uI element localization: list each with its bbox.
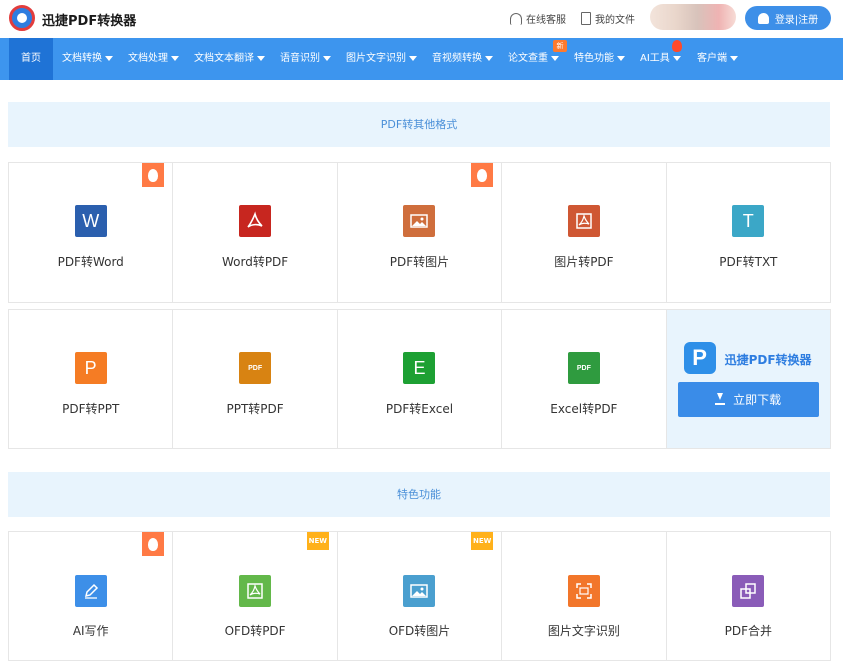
- new-tag: NEW: [306, 532, 329, 550]
- tool-label: OFD转PDF: [224, 624, 286, 638]
- download-now-button[interactable]: 立即下载: [677, 382, 819, 417]
- tool-label: AI写作: [72, 624, 109, 638]
- scan-icon: [567, 575, 600, 607]
- chevron-down-icon: [171, 55, 179, 61]
- tool-label: PDF转Word: [57, 255, 124, 269]
- online-service-label: 在线客服: [526, 15, 566, 26]
- tool-label: PDF合并: [724, 624, 772, 638]
- tool-card-image-ocr[interactable]: 图片文字识别: [501, 531, 667, 661]
- chevron-down-icon: [409, 55, 417, 61]
- tool-card-pdf-to-ppt[interactable]: P PDF转PPT: [8, 309, 174, 449]
- nav-item-ocr[interactable]: 图片文字识别: [346, 38, 417, 80]
- chevron-down-icon: [730, 55, 738, 61]
- image-icon: [403, 575, 436, 607]
- app-logo-icon: P: [683, 342, 716, 374]
- tool-label: PDF转PPT: [62, 402, 120, 416]
- tool-card-ofd-to-image[interactable]: NEW OFD转图片: [336, 531, 503, 661]
- nav-item-client[interactable]: 客户端: [697, 38, 738, 80]
- tool-card-pdf-merge[interactable]: PDF合并: [665, 531, 831, 661]
- tool-card-ofd-to-pdf[interactable]: NEW OFD转PDF: [172, 531, 338, 661]
- pdf-doc-icon: PDF: [567, 352, 600, 384]
- tool-grid-featured: AI写作 NEW OFD转PDF NEW OFD转图片 图片文字识别 PDF合并: [8, 531, 831, 661]
- section-title-convert: PDF转其他格式: [8, 102, 830, 147]
- pdf-icon: [567, 205, 600, 237]
- tool-label: Word转PDF: [221, 255, 289, 269]
- tool-card-pdf-to-txt[interactable]: T PDF转TXT: [665, 162, 831, 303]
- pdf-icon: [239, 205, 272, 237]
- tool-label: PDF转图片: [389, 255, 450, 269]
- new-badge: 新: [553, 40, 567, 52]
- nav-item-features[interactable]: 特色功能: [574, 38, 625, 80]
- image-icon: [403, 205, 436, 237]
- tool-card-pdf-to-excel[interactable]: E PDF转Excel: [336, 309, 503, 449]
- my-files-link[interactable]: 我的文件: [581, 11, 635, 26]
- tool-grid-convert: W PDF转Word Word转PDF PDF转图片 图片转PDF T PDF转…: [8, 162, 831, 449]
- brand-name[interactable]: 迅捷PDF转换器: [42, 10, 136, 29]
- download-label: 立即下载: [733, 393, 782, 407]
- merge-icon: [732, 575, 765, 607]
- hot-flame-icon: [142, 163, 165, 187]
- tool-label: PDF转Excel: [385, 402, 454, 416]
- tool-card-excel-to-pdf[interactable]: PDF Excel转PDF: [501, 309, 667, 449]
- file-icon: [581, 12, 591, 25]
- hot-flame-icon: [142, 532, 165, 556]
- tool-label: PPT转PDF: [226, 402, 284, 416]
- pdf-icon: [239, 575, 272, 607]
- top-header: 迅捷PDF转换器 在线客服 我的文件 登录|注册: [0, 0, 843, 38]
- ppt-icon: P: [74, 352, 107, 384]
- section-title-featured: 特色功能: [8, 472, 830, 517]
- text-icon: T: [732, 205, 765, 237]
- tool-card-ai-writing[interactable]: AI写作: [8, 531, 174, 661]
- nav-item-home[interactable]: 首页: [9, 38, 53, 80]
- pen-icon: [74, 575, 107, 607]
- hot-flame-icon: [471, 163, 494, 187]
- nav-item-doc-convert[interactable]: 文档转换: [62, 38, 113, 80]
- nav-item-translate[interactable]: 文档文本翻译: [194, 38, 265, 80]
- nav-item-speech[interactable]: 语音识别: [280, 38, 331, 80]
- chevron-down-icon: [617, 55, 625, 61]
- new-tag: NEW: [471, 532, 494, 550]
- tool-label: 图片转PDF: [554, 255, 614, 269]
- brand-logo-icon[interactable]: [9, 5, 35, 31]
- tool-label: 图片文字识别: [547, 624, 620, 638]
- tool-card-image-to-pdf[interactable]: 图片转PDF: [501, 162, 667, 303]
- user-icon: [757, 12, 769, 24]
- download-icon: [715, 392, 726, 405]
- tool-card-word-to-pdf[interactable]: Word转PDF: [172, 162, 338, 303]
- chevron-down-icon: [257, 55, 265, 61]
- blurred-banner-image: [650, 4, 736, 30]
- tool-label: PDF转TXT: [719, 255, 778, 269]
- promo-app-name: 迅捷PDF转换器: [724, 353, 812, 367]
- nav-item-plagiarism[interactable]: 论文查重: [508, 38, 559, 80]
- login-register-label: 登录|注册: [774, 14, 819, 26]
- word-icon: W: [74, 205, 107, 237]
- pdf-slide-icon: PDF: [239, 352, 272, 384]
- tool-card-ppt-to-pdf[interactable]: PDF PPT转PDF: [172, 309, 338, 449]
- headset-icon: [510, 12, 522, 25]
- chevron-down-icon: [105, 55, 113, 61]
- tool-label: Excel转PDF: [550, 402, 618, 416]
- main-nav: 首页 文档转换 文档处理 文档文本翻译 语音识别 图片文字识别 音视频转换 论文…: [0, 38, 843, 80]
- chevron-down-icon: [672, 55, 681, 61]
- nav-item-doc-process[interactable]: 文档处理: [128, 38, 179, 80]
- online-service-link[interactable]: 在线客服: [510, 11, 566, 26]
- login-register-button[interactable]: 登录|注册: [745, 6, 831, 30]
- nav-item-av-convert[interactable]: 音视频转换: [432, 38, 493, 80]
- excel-icon: E: [403, 352, 436, 384]
- tool-label: OFD转图片: [388, 624, 451, 638]
- promo-card: P 迅捷PDF转换器 立即下载: [665, 309, 831, 449]
- tool-card-pdf-to-image[interactable]: PDF转图片: [336, 162, 503, 303]
- flame-icon: [672, 40, 682, 52]
- my-files-label: 我的文件: [595, 15, 635, 26]
- chevron-down-icon: [323, 55, 331, 61]
- tool-card-pdf-to-word[interactable]: W PDF转Word: [8, 162, 174, 303]
- chevron-down-icon: [551, 55, 559, 61]
- chevron-down-icon: [485, 55, 493, 61]
